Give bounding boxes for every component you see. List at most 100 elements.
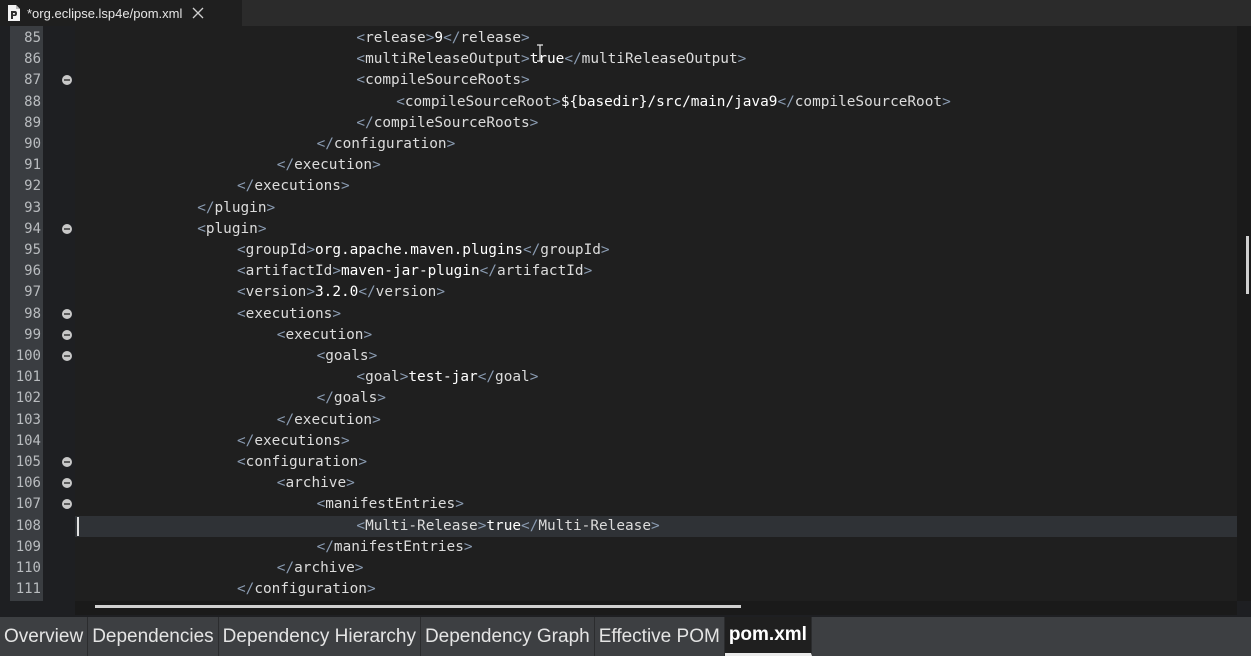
editor-tab-bar: *org.eclipse.lsp4e/pom.xml (0, 0, 1251, 26)
xml-bracket: > (377, 390, 386, 407)
line-number: 104 (15, 432, 41, 449)
code-line[interactable]: 86 <multiReleaseOutput>true</multiRelease… (0, 49, 1237, 70)
xml-bracket: > (583, 263, 593, 280)
xml-tag-name: archive (294, 560, 355, 576)
xml-bracket: > (651, 517, 660, 534)
collapse-fold-icon[interactable] (62, 223, 72, 234)
xml-bracket: </ (522, 242, 541, 258)
xml-bracket: </ (276, 411, 295, 428)
tab-dependencies[interactable]: Dependencies (88, 617, 219, 656)
horizontal-scrollbar[interactable] (75, 601, 1237, 615)
xml-bracket: < (237, 454, 246, 470)
xml-bracket: < (237, 284, 246, 301)
code-text: </execution> (277, 411, 381, 430)
line-number: 102 (15, 390, 41, 407)
xml-tag-name: release (460, 30, 522, 46)
xml-tag-name: execution (294, 411, 373, 428)
xml-bracket: > (737, 51, 747, 68)
collapse-fold-icon[interactable] (62, 329, 72, 340)
line-number: 87 (24, 72, 41, 89)
code-line[interactable]: 101 <goal>test-jar</goal> (0, 367, 1237, 388)
xml-bracket: < (356, 72, 366, 89)
code-line[interactable]: 109 </manifestEntries> (0, 537, 1237, 558)
xml-bracket: </ (276, 560, 295, 576)
collapse-fold-icon[interactable] (62, 75, 72, 86)
editor-tab-title: *org.eclipse.lsp4e/pom.xml (27, 5, 183, 21)
code-line[interactable]: 100 <goals> (0, 346, 1237, 367)
horizontal-scroll-thumb[interactable] (95, 605, 741, 608)
xml-text-content: test-jar (408, 369, 478, 386)
code-line[interactable]: 103 </execution> (0, 410, 1237, 431)
collapse-fold-icon[interactable] (62, 308, 72, 319)
vertical-scroll-thumb[interactable] (1246, 236, 1249, 294)
code-line[interactable]: 111 </configuration> (0, 579, 1237, 600)
xml-bracket: < (356, 369, 366, 386)
xml-bracket: > (552, 93, 561, 110)
code-text: </manifestEntries> (317, 538, 473, 557)
xml-bracket: > (257, 220, 267, 237)
code-line[interactable]: 91 </execution> (0, 155, 1237, 176)
xml-bracket: > (372, 157, 381, 174)
xml-bracket: < (237, 305, 246, 322)
xml-bracket: > (346, 475, 355, 492)
xml-bracket: </ (197, 199, 215, 216)
tab-overview[interactable]: Overview (0, 617, 89, 656)
line-number: 107 (15, 496, 41, 513)
code-line[interactable]: 89 </compileSourceRoots> (0, 113, 1237, 134)
line-number: 92 (24, 178, 41, 195)
xml-text-content: ${basedir}/src/main/java9 (560, 93, 778, 110)
xml-tag-name: configuration (333, 136, 447, 152)
code-line[interactable]: 92 </executions> (0, 176, 1237, 197)
tab-dependency-hierarchy[interactable]: Dependency Hierarchy (219, 617, 421, 656)
code-line[interactable]: 93 </plugin> (0, 198, 1237, 219)
code-line[interactable]: 106 <archive> (0, 473, 1237, 494)
code-line[interactable]: 96 <artifactId>maven-jar-plugin</artifact… (0, 261, 1237, 282)
code-line[interactable]: 95 <groupId>org.apache.maven.plugins</gro… (0, 240, 1237, 261)
code-line[interactable]: 90 </configuration> (0, 134, 1237, 155)
code-line[interactable]: 99 <execution> (0, 325, 1237, 346)
code-line[interactable]: 87 <compileSourceRoots> (0, 70, 1237, 91)
line-number: 99 (24, 326, 41, 343)
vertical-scrollbar[interactable] (1237, 26, 1251, 601)
collapse-fold-icon[interactable] (62, 499, 72, 510)
code-line[interactable]: 110 </archive> (0, 558, 1237, 579)
code-line[interactable]: 105 <configuration> (0, 452, 1237, 473)
pom-editor-page-tabs: Overview Dependencies Dependency Hierarc… (0, 617, 1251, 656)
collapse-fold-icon[interactable] (62, 351, 72, 361)
code-line[interactable]: 98 <executions> (0, 304, 1237, 325)
editor-tab-pom[interactable]: *org.eclipse.lsp4e/pom.xml (0, 0, 242, 26)
tab-dependency-graph[interactable]: Dependency Graph (421, 617, 595, 656)
code-line[interactable]: 107 <manifestEntries> (0, 494, 1237, 515)
collapse-fold-icon[interactable] (62, 478, 72, 489)
xml-source-editor[interactable]: 85 <release>9</release> 86 <multiReleaseOut… (0, 26, 1251, 601)
line-number: 110 (15, 560, 41, 576)
xml-tag-name: compileSourceRoot (404, 93, 553, 110)
xml-bracket: </ (237, 581, 255, 598)
code-line[interactable]: 102 </goals> (0, 388, 1237, 409)
collapse-fold-icon[interactable] (62, 457, 72, 467)
xml-tag-name: goal (495, 369, 530, 386)
code-text: <Multi-Release>true</Multi-Release> (356, 517, 659, 536)
xml-bracket: > (332, 305, 341, 322)
ruler-corner (0, 601, 75, 615)
xml-text-content: 3.2.0 (315, 284, 359, 301)
code-line[interactable]: 88 <compileSourceRoot>${basedir}/src/main… (0, 92, 1237, 113)
xml-text-content: true (529, 51, 565, 68)
xml-tag-name: plugin (214, 199, 267, 216)
xml-tag-name: configuration (254, 581, 367, 598)
tab-effective-pom[interactable]: Effective POM (595, 617, 725, 656)
xml-tag-name: goal (365, 369, 400, 386)
close-icon[interactable] (191, 6, 205, 20)
code-line[interactable]: 104 </executions> (0, 431, 1237, 452)
code-line[interactable]: 94 <plugin> (0, 219, 1237, 240)
line-number: 97 (24, 284, 41, 301)
code-line[interactable]: 85 <release>9</release> (0, 28, 1237, 49)
code-line[interactable]: 108 <Multi-Release>true</Multi-Release> (0, 515, 1237, 537)
tab-pom-xml[interactable]: pom.xml (724, 617, 812, 656)
code-text: </executions> (237, 432, 350, 451)
line-number: 88 (24, 93, 41, 110)
code-text: <release>9</release> (356, 29, 529, 48)
xml-bracket: > (600, 242, 610, 258)
code-text: <compileSourceRoot>${basedir}/src/main/j… (396, 93, 951, 112)
code-line[interactable]: 97 <version>3.2.0</version> (0, 282, 1237, 303)
